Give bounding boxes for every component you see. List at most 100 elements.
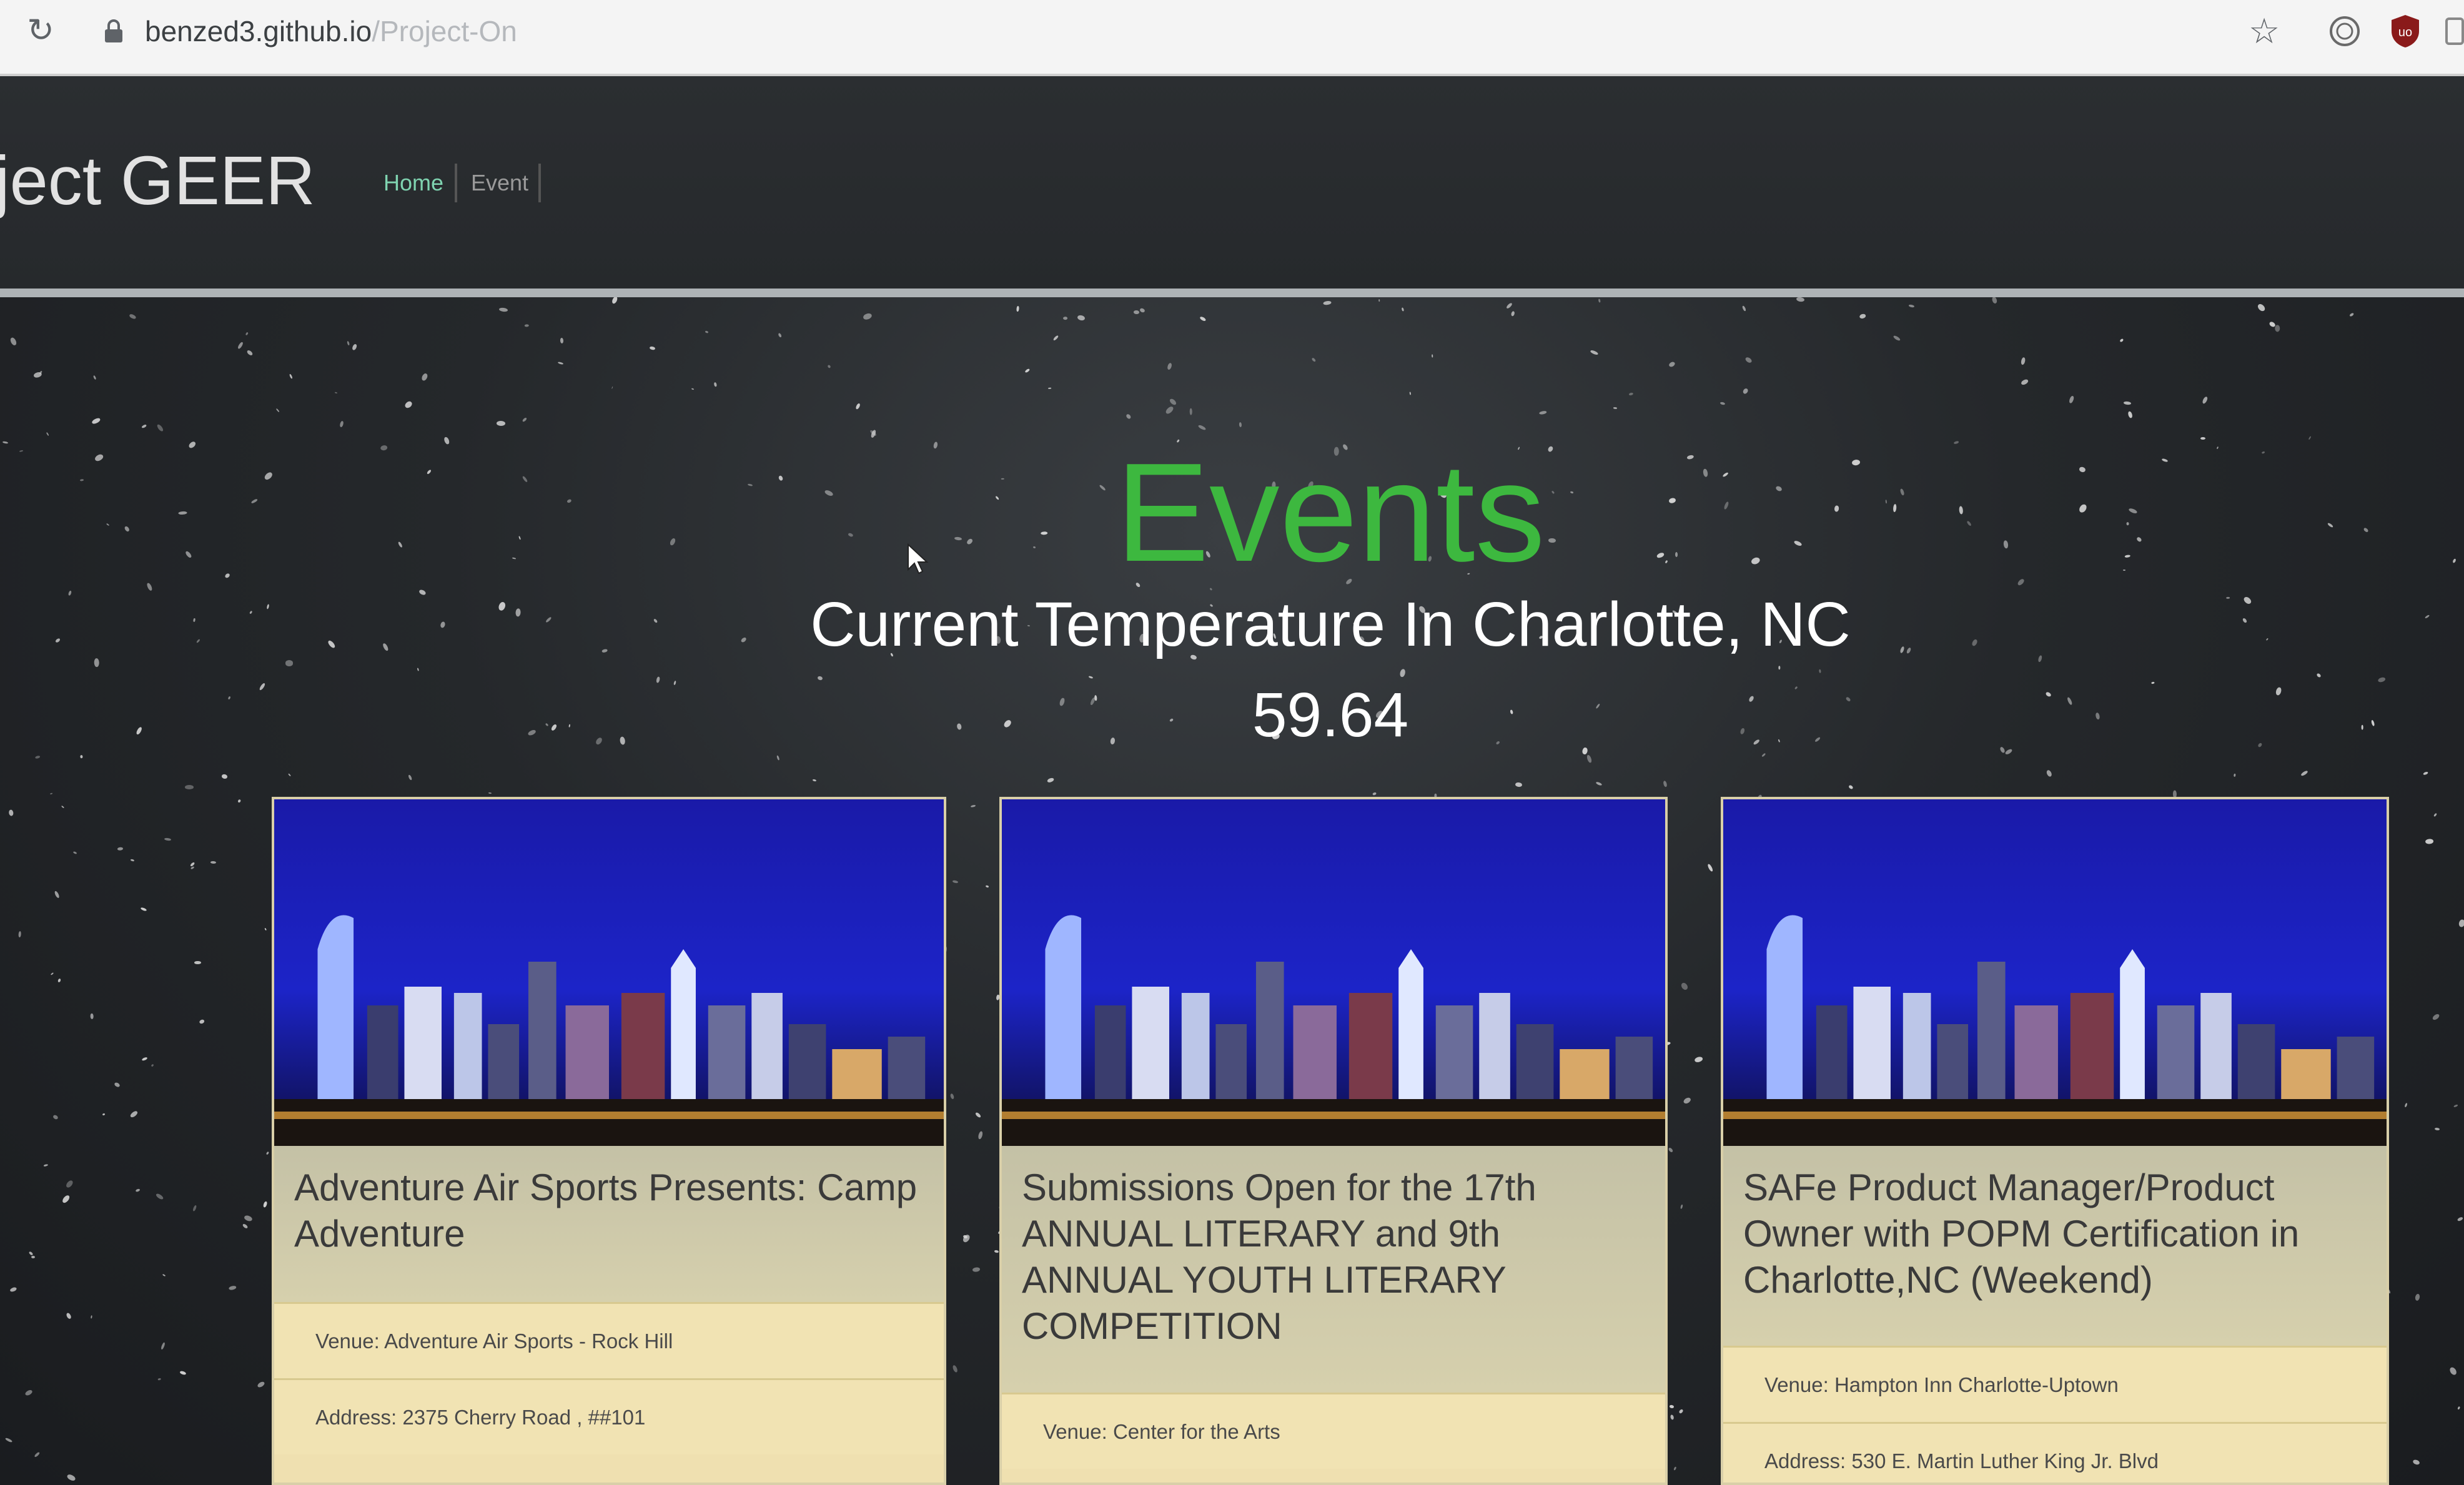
screen-speck bbox=[2045, 769, 2053, 778]
star-icon[interactable]: ☆ bbox=[2249, 14, 2283, 49]
screen-speck bbox=[813, 779, 817, 782]
event-card[interactable]: SAFe Product Manager/Product Owner with … bbox=[1721, 797, 2389, 1485]
screen-speck bbox=[2256, 302, 2267, 313]
screen-speck bbox=[2201, 396, 2209, 405]
screen-speck bbox=[1670, 1414, 1675, 1420]
screen-speck bbox=[185, 785, 194, 789]
screen-speck bbox=[1668, 360, 1676, 368]
screen-speck bbox=[952, 880, 959, 884]
screen-speck bbox=[985, 885, 989, 888]
screen-speck bbox=[237, 799, 241, 803]
screen-speck bbox=[199, 1019, 205, 1025]
event-title-area: SAFe Product Manager/Product Owner with … bbox=[1723, 1146, 2387, 1346]
ublock-icon[interactable]: uo bbox=[2390, 14, 2421, 49]
nav-link-event[interactable]: Event bbox=[471, 167, 528, 199]
screen-speck bbox=[1047, 387, 1052, 389]
screen-speck bbox=[243, 1214, 253, 1222]
screen-speck bbox=[1372, 792, 1377, 796]
screen-speck bbox=[1408, 392, 1412, 396]
screen-speck bbox=[1052, 334, 1059, 342]
screen-speck bbox=[289, 373, 293, 379]
screen-speck bbox=[1077, 314, 1086, 321]
screen-speck bbox=[1062, 316, 1067, 320]
site-navbar bbox=[0, 76, 2464, 289]
screen-speck bbox=[496, 421, 505, 427]
screen-speck bbox=[194, 961, 202, 964]
screen-speck bbox=[1741, 305, 1746, 312]
screen-speck bbox=[102, 1113, 106, 1116]
screen-speck bbox=[1719, 402, 1726, 405]
event-image bbox=[274, 799, 944, 1146]
screen-speck bbox=[44, 1163, 49, 1167]
screen-speck bbox=[1744, 356, 1753, 364]
screen-speck bbox=[80, 755, 83, 759]
screen-speck bbox=[18, 930, 21, 937]
screen-speck bbox=[141, 1057, 148, 1062]
screen-speck bbox=[151, 1063, 154, 1067]
screen-speck bbox=[117, 847, 123, 851]
screen-speck bbox=[9, 337, 18, 347]
screen-speck bbox=[220, 773, 228, 779]
screen-speck bbox=[9, 1286, 17, 1293]
screen-speck bbox=[949, 1093, 955, 1100]
screen-speck bbox=[61, 805, 65, 809]
event-card[interactable]: Adventure Air Sports Presents: Camp Adve… bbox=[272, 797, 946, 1485]
event-title[interactable]: Submissions Open for the 17th ANNUAL LIT… bbox=[1022, 1165, 1645, 1349]
screen-speck bbox=[994, 1250, 999, 1253]
screen-speck bbox=[210, 861, 216, 864]
screen-speck bbox=[1169, 397, 1178, 406]
screen-speck bbox=[1819, 669, 1822, 673]
reload-icon[interactable]: ↻ bbox=[25, 14, 56, 47]
screen-speck bbox=[1401, 307, 1405, 312]
screen-speck bbox=[1046, 777, 1054, 783]
temperature-value: 59.64 bbox=[1252, 680, 1409, 750]
screen-speck bbox=[525, 323, 530, 327]
screen-speck bbox=[1399, 668, 1407, 678]
screen-speck bbox=[2119, 338, 2124, 343]
screen-speck bbox=[2069, 395, 2075, 404]
event-card[interactable]: Submissions Open for the 17th ANNUAL LIT… bbox=[999, 797, 1668, 1485]
address-bar[interactable]: benzed3.github.io/Project-On bbox=[145, 11, 517, 51]
screen-speck bbox=[2233, 773, 2236, 777]
screen-speck bbox=[1598, 298, 1601, 303]
screen-speck bbox=[1613, 407, 1618, 409]
screen-speck bbox=[156, 423, 164, 432]
screen-speck bbox=[347, 340, 350, 346]
screen-speck bbox=[855, 402, 861, 410]
screen-speck bbox=[776, 754, 780, 761]
screen-speck bbox=[2127, 411, 2133, 419]
screen-speck bbox=[862, 312, 873, 321]
screen-speck bbox=[2414, 1293, 2420, 1301]
screen-speck bbox=[91, 417, 102, 425]
screen-speck bbox=[1859, 313, 1867, 320]
extension-icon[interactable] bbox=[2328, 15, 2361, 47]
screen-speck bbox=[417, 668, 419, 671]
screen-speck bbox=[827, 364, 831, 368]
event-title[interactable]: Adventure Air Sports Presents: Camp Adve… bbox=[294, 1165, 924, 1257]
screen-speck bbox=[2275, 325, 2280, 332]
screen-speck bbox=[162, 1274, 166, 1277]
screen-speck bbox=[1378, 299, 1380, 302]
browser-toolbar: ↻ benzed3.github.io/Project-On ☆ uo bbox=[0, 0, 2464, 76]
event-address: Address: 530 E. Martin Luther King Jr. B… bbox=[1723, 1422, 2387, 1483]
site-brand[interactable]: oject GEER bbox=[0, 137, 315, 225]
extension-icon[interactable] bbox=[2445, 17, 2464, 45]
screen-speck bbox=[52, 1113, 59, 1120]
screen-speck bbox=[1125, 413, 1132, 420]
screen-speck bbox=[1323, 300, 1332, 305]
screen-speck bbox=[1761, 753, 1766, 758]
screen-speck bbox=[488, 792, 492, 794]
screen-speck bbox=[2020, 357, 2026, 365]
screen-speck bbox=[1595, 781, 1603, 786]
screen-speck bbox=[92, 375, 97, 380]
screen-speck bbox=[2300, 769, 2308, 777]
screen-speck bbox=[2457, 1216, 2464, 1222]
screen-speck bbox=[1908, 303, 1914, 308]
screen-speck bbox=[24, 1388, 33, 1396]
screen-speck bbox=[33, 371, 42, 378]
event-venue: Venue: Hampton Inn Charlotte-Uptown bbox=[1723, 1346, 2387, 1422]
screen-speck bbox=[72, 851, 77, 855]
nav-link-home[interactable]: Home bbox=[383, 167, 443, 199]
screen-speck bbox=[1893, 335, 1901, 342]
event-title[interactable]: SAFe Product Manager/Product Owner with … bbox=[1743, 1165, 2367, 1303]
